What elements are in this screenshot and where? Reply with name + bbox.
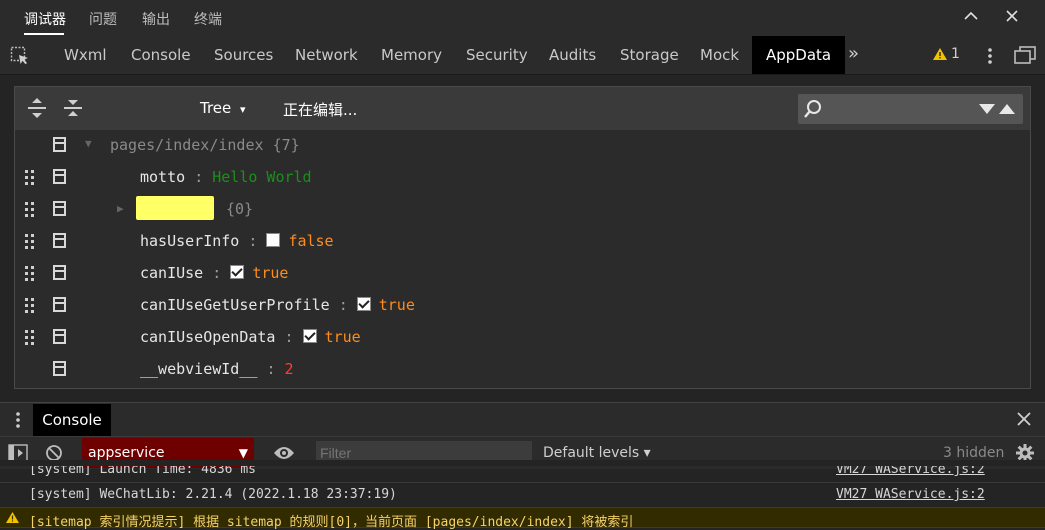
tab-output[interactable]: 输出 [142,9,170,29]
appdata-panel: Tree ▾ 正在编辑... ▼ pages/index/index {7} m… [14,86,1031,389]
tree-row[interactable]: canIUse : true [15,258,1030,290]
close-icon[interactable] [1003,8,1021,26]
chevron-down-icon: ▾ [240,103,246,116]
data-value: true [324,328,361,346]
drawer-menu-icon[interactable] [15,411,21,433]
node-icon [53,265,66,280]
tree-row[interactable]: canIUseGetUserProfile : true [15,290,1030,322]
data-key: canIUse [140,264,204,282]
editing-status: 正在编辑... [283,101,358,119]
tab-storage[interactable]: Storage [620,36,679,74]
close-drawer-icon[interactable] [1017,412,1031,430]
expand-all-icon[interactable] [27,97,47,123]
search-prev-icon[interactable] [979,103,995,119]
data-value: true [378,296,415,314]
tree-row[interactable]: ▶ userInfo {0} [15,194,1030,226]
drag-handle-icon[interactable] [25,330,37,346]
tab-wxml[interactable]: Wxml [64,36,107,74]
tab-appdata[interactable]: AppData [752,36,846,74]
node-icon [53,329,66,344]
drag-handle-icon[interactable] [25,298,37,314]
tree-toggle-icon[interactable]: ▼ [85,137,92,150]
tab-terminal[interactable]: 终端 [194,9,222,29]
appdata-toolbar: Tree ▾ 正在编辑... [15,87,1030,130]
search-icon [803,99,823,123]
tab-memory[interactable]: Memory [381,36,442,74]
expand-arrow-icon[interactable]: ▶ [117,202,124,215]
hidden-count: 3 hidden [943,445,1005,461]
root-count: {7} [272,136,300,154]
view-mode-label: Tree [200,99,232,117]
data-value: true [252,264,289,282]
data-key: canIUseGetUserProfile [140,296,330,314]
search-input[interactable] [798,94,1023,124]
node-icon [53,361,66,376]
bool-checkbox[interactable] [266,233,281,247]
bool-checkbox[interactable] [302,329,317,343]
drawer-tab-console[interactable]: Console [33,404,111,437]
drag-handle-icon[interactable] [25,202,37,218]
tab-security[interactable]: Security [466,36,528,74]
inspect-element-icon[interactable] [10,46,30,70]
data-key: hasUserInfo [140,232,240,250]
more-tabs-icon[interactable]: » [848,43,859,64]
chevron-up-icon[interactable] [962,8,980,26]
tab-console[interactable]: Console [131,36,191,74]
drag-handle-icon[interactable] [25,266,37,282]
tree-row[interactable]: canIUseOpenData : true [15,322,1030,354]
tree-root-row[interactable]: ▼ pages/index/index {7} [15,130,1030,162]
cover-left-half [0,460,1045,466]
log-message: [system] WeChatLib: 2.21.4 (2022.1.18 23… [29,487,397,502]
data-value[interactable]: 2 [285,360,294,378]
drawer-header: Console [0,402,1045,437]
data-value[interactable]: Hello World [212,168,311,186]
node-icon [53,169,66,184]
node-icon [53,137,66,152]
context-value: appservice [88,445,165,461]
search-next-icon[interactable] [999,103,1015,119]
data-value: false [288,232,334,250]
tab-audits[interactable]: Audits [549,36,596,74]
undock-icon[interactable] [1014,46,1036,68]
node-icon [53,233,66,248]
bool-checkbox[interactable] [230,265,245,279]
drag-handle-icon[interactable] [25,234,37,250]
data-key-highlighted[interactable]: userInfo [136,196,215,220]
data-key: motto [140,168,186,186]
data-key: __webviewId__ [140,360,258,378]
tree-row[interactable]: motto : Hello World [15,162,1030,194]
view-mode-select[interactable]: Tree ▾ [200,99,246,117]
data-key: canIUseOpenData [140,328,276,346]
panel-tab-bar: 调试器 问题 输出 终端 [0,0,1045,36]
tab-problems[interactable]: 问题 [89,9,117,29]
bool-checkbox[interactable] [356,297,371,311]
collapse-all-icon[interactable] [63,97,83,123]
log-levels-select[interactable]: Default levels ▾ [543,445,651,461]
node-icon [53,297,66,312]
tab-sources[interactable]: Sources [214,36,273,74]
warning-icon [6,512,19,527]
kebab-menu-icon[interactable] [987,47,993,69]
node-icon [53,201,66,216]
data-value: {0} [226,200,254,218]
console-warning-row: [sitemap 索引情况提示] 根据 sitemap 的规则[0]，当前页面 … [0,508,1045,530]
tree-row[interactable]: __webviewId__ : 2 [15,354,1030,386]
console-log-row: [system] WeChatLib: 2.21.4 (2022.1.18 23… [0,483,1045,508]
devtools-tab-bar: Wxml Console Sources Network Memory Secu… [0,36,1045,75]
warning-count[interactable]: 1 [951,46,960,62]
tab-network[interactable]: Network [295,36,358,74]
root-path: pages/index/index [110,136,264,154]
active-tab-underline [24,33,64,35]
log-message: [sitemap 索引情况提示] 根据 sitemap 的规则[0]，当前页面 … [29,515,634,530]
warning-icon [933,48,947,64]
tab-debugger[interactable]: 调试器 [24,9,66,29]
drag-handle-icon[interactable] [25,170,37,186]
tab-mock[interactable]: Mock [700,36,739,74]
log-source-link[interactable]: VM27 WAService.js:2 [836,487,985,502]
tree-row[interactable]: hasUserInfo : false [15,226,1030,258]
